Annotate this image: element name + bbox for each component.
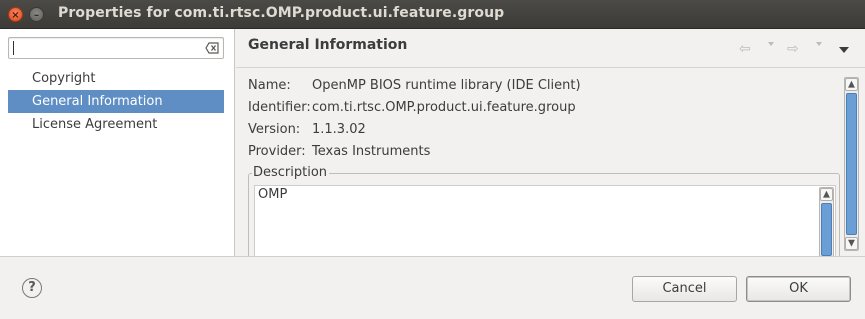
page-scrollbar[interactable]: ▲ ▼	[844, 77, 859, 251]
description-scroll-thumb[interactable]	[821, 203, 832, 256]
nav-item-label: Copyright	[32, 71, 96, 86]
minimize-window-button[interactable]: –	[29, 7, 44, 22]
description-scroll-up-button[interactable]: ▲	[820, 188, 833, 201]
nav-item-copyright[interactable]: Copyright	[8, 67, 224, 90]
provider-label: Provider:	[248, 144, 306, 159]
description-textarea[interactable]: OMP	[254, 185, 836, 256]
name-value: OpenMP BIOS runtime library (IDE Client)	[312, 78, 581, 93]
properties-nav-panel: Copyright General Information License Ag…	[0, 29, 235, 256]
ok-button[interactable]: OK	[746, 276, 851, 302]
text-cursor	[13, 41, 14, 55]
description-scrollbar[interactable]: ▲	[819, 187, 834, 256]
close-window-button[interactable]: ×	[8, 7, 23, 22]
identifier-value: com.ti.rtsc.OMP.product.ui.feature.group	[312, 100, 576, 115]
version-value: 1.1.3.02	[312, 122, 366, 137]
page-title: General Information	[248, 37, 408, 53]
page-scroll-up-button[interactable]: ▲	[845, 78, 858, 91]
back-arrow-icon[interactable]: ⇦	[739, 41, 751, 57]
nav-item-general-information[interactable]: General Information	[8, 90, 224, 113]
identifier-label: Identifier:	[248, 100, 311, 115]
provider-value: Texas Instruments	[312, 144, 431, 159]
version-label: Version:	[248, 122, 301, 137]
page-scroll-down-button[interactable]: ▼	[845, 237, 858, 250]
name-label: Name:	[248, 78, 291, 93]
clear-filter-icon[interactable]	[205, 41, 219, 55]
forward-history-dropdown-icon[interactable]	[816, 42, 822, 46]
cancel-button[interactable]: Cancel	[632, 276, 737, 302]
page-scroll-thumb[interactable]	[846, 93, 857, 235]
help-icon[interactable]: ?	[22, 278, 42, 298]
nav-item-label: General Information	[32, 94, 163, 109]
description-text: OMP	[258, 187, 288, 202]
back-history-dropdown-icon[interactable]	[768, 42, 774, 46]
dialog-button-bar: ? Cancel OK	[0, 256, 865, 319]
nav-item-license-agreement[interactable]: License Agreement	[8, 113, 224, 136]
forward-arrow-icon[interactable]: ⇨	[787, 41, 799, 57]
title-bar: × – Properties for com.ti.rtsc.OMP.produ…	[0, 0, 865, 29]
view-menu-icon[interactable]	[839, 47, 849, 53]
filter-input[interactable]	[15, 39, 201, 57]
filter-field[interactable]	[8, 37, 224, 59]
window-title: Properties for com.ti.rtsc.OMP.product.u…	[58, 5, 505, 21]
page-header: General Information ⇦ ⇨	[236, 29, 865, 68]
general-information-content: Name: OpenMP BIOS runtime library (IDE C…	[236, 69, 865, 256]
nav-item-label: License Agreement	[32, 117, 158, 132]
description-label: Description	[252, 164, 330, 182]
